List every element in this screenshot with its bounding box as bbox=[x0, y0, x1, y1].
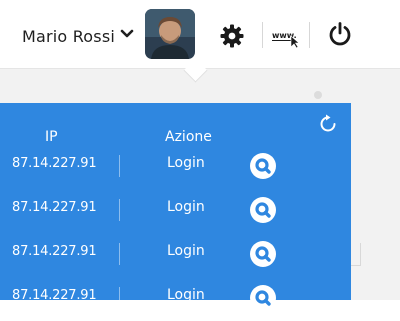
column-divider bbox=[119, 243, 120, 265]
search-location-button[interactable] bbox=[250, 197, 276, 223]
background-dot bbox=[314, 91, 322, 99]
table-row: 87.14.227.91 Login bbox=[0, 277, 351, 321]
ip-address: 87.14.227.91 bbox=[12, 244, 97, 259]
avatar[interactable] bbox=[145, 9, 195, 59]
table-row: 87.14.227.91 Login bbox=[0, 145, 351, 189]
action-label: Login bbox=[167, 155, 205, 171]
search-icon bbox=[255, 158, 271, 174]
background-card-edge bbox=[350, 243, 361, 266]
column-header-action: Azione bbox=[165, 129, 212, 145]
table-row: 87.14.227.91 Login bbox=[0, 189, 351, 233]
ip-address: 87.14.227.91 bbox=[12, 156, 97, 171]
search-location-button[interactable] bbox=[250, 241, 276, 267]
action-label: Login bbox=[167, 199, 205, 215]
www-cursor-icon[interactable]: www. bbox=[271, 26, 301, 48]
power-icon[interactable] bbox=[326, 20, 354, 48]
column-divider bbox=[119, 155, 120, 177]
chevron-down-icon[interactable] bbox=[120, 28, 134, 40]
action-label: Login bbox=[167, 287, 205, 303]
user-name[interactable]: Mario Rossi bbox=[22, 27, 115, 46]
column-header-ip: IP bbox=[45, 129, 58, 145]
table-row: 87.14.227.91 Login bbox=[0, 233, 351, 277]
separator bbox=[262, 22, 263, 48]
search-icon bbox=[255, 246, 271, 262]
separator bbox=[309, 22, 310, 48]
gear-icon[interactable] bbox=[218, 22, 246, 50]
action-label: Login bbox=[167, 243, 205, 259]
column-divider bbox=[119, 199, 120, 221]
column-divider bbox=[119, 287, 120, 309]
refresh-icon[interactable] bbox=[317, 113, 339, 139]
search-icon bbox=[255, 202, 271, 218]
access-log-panel: IP Azione 87.14.227.91 Login 87.14.227.9… bbox=[0, 103, 351, 311]
top-bar: Mario Rossi www. bbox=[0, 0, 400, 69]
ip-address: 87.14.227.91 bbox=[12, 288, 97, 303]
search-icon bbox=[255, 290, 271, 306]
search-location-button[interactable] bbox=[250, 285, 276, 311]
search-location-button[interactable] bbox=[250, 153, 276, 179]
ip-address: 87.14.227.91 bbox=[12, 200, 97, 215]
